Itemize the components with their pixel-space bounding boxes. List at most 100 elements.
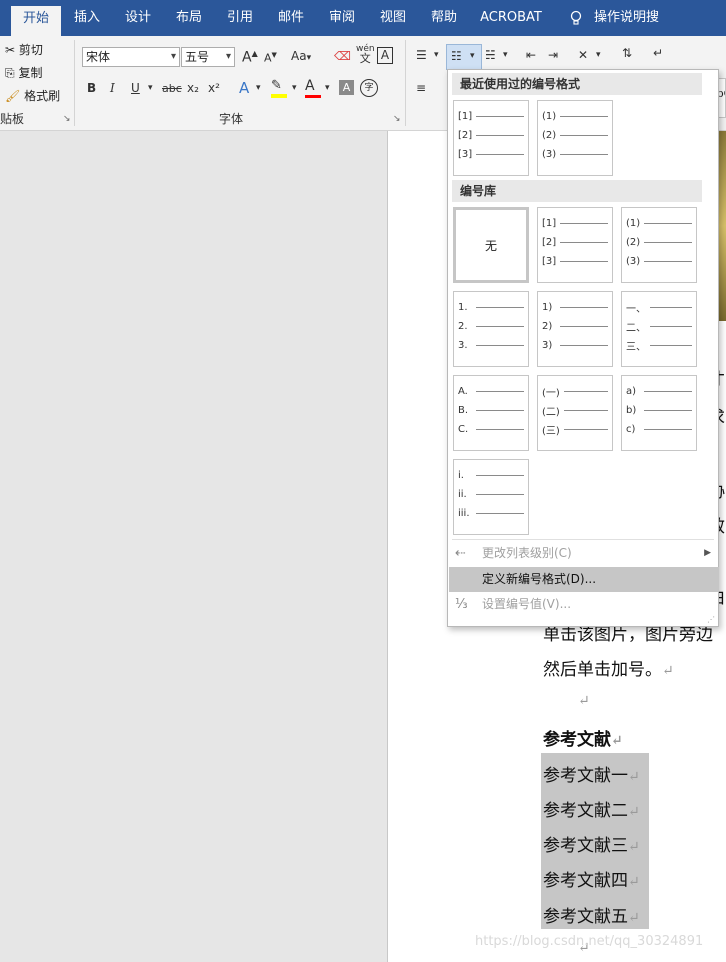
number-marker: 1) [542, 302, 553, 313]
phonetic-guide-button[interactable]: wén 文 [356, 45, 375, 65]
tab-mailings[interactable]: 邮件 [270, 0, 312, 36]
enclose-characters-button[interactable]: 字 [360, 79, 378, 97]
reference-item[interactable]: 参考文献五↵ [543, 902, 640, 927]
grow-font-button[interactable]: A▲ [242, 49, 258, 66]
format-painter-button[interactable]: 🖌 格式刷 [5, 87, 60, 104]
library-number-format[interactable]: (一) (二) (三) [537, 375, 613, 451]
subscript-button[interactable]: x₂ [187, 81, 199, 95]
increase-indent-icon[interactable]: ⇥ [548, 48, 558, 62]
library-number-format[interactable]: (1) (2) (3) [621, 207, 697, 283]
font-color-button[interactable]: A [305, 78, 321, 98]
resize-grip-icon[interactable]: ⋰ [707, 615, 715, 624]
underline-button[interactable]: U [131, 81, 140, 95]
numbering-library-header: 编号库 [452, 180, 702, 202]
number-line: 三、 [626, 336, 692, 355]
font-family-combo[interactable]: 宋体 ▾ [82, 47, 180, 67]
chevron-down-icon[interactable]: ▾ [434, 50, 439, 60]
recent-number-format[interactable]: [1] [2] [3] [453, 100, 529, 176]
library-number-format[interactable]: 1. 2. 3. [453, 291, 529, 367]
chevron-down-icon[interactable]: ▾ [148, 83, 153, 93]
line-placeholder [476, 326, 524, 327]
chevron-down-icon[interactable]: ▾ [292, 83, 297, 93]
number-line: (3) [626, 252, 692, 271]
library-number-format[interactable]: a) b) c) [621, 375, 697, 451]
tell-me-search[interactable]: 操作说明搜索 [594, 0, 670, 61]
ribbon-tab-bar: 开始 插入 设计 布局 引用 邮件 审阅 视图 帮助 ACROBAT 操作说明搜… [0, 0, 726, 61]
library-number-format[interactable]: i. ii. iii. [453, 459, 529, 535]
tab-design[interactable]: 设计 [117, 0, 159, 36]
shrink-font-button[interactable]: A▼ [264, 51, 277, 65]
sort-icon[interactable]: ⇅ [622, 46, 632, 60]
clipboard-launcher-icon[interactable]: ↘ [63, 114, 71, 124]
reference-item[interactable]: 参考文献四↵ [543, 866, 640, 891]
chevron-down-icon[interactable]: ▾ [596, 50, 601, 60]
number-line: (三) [542, 420, 608, 439]
set-numbering-value-item[interactable]: ⅓ 设置编号值(V)... [449, 592, 719, 617]
cut-button[interactable]: ✂ 剪切 [5, 41, 43, 58]
tab-references[interactable]: 引用 [219, 0, 261, 36]
highlight-color-button[interactable]: ✎ [271, 78, 287, 98]
tab-home[interactable]: 开始 [11, 6, 61, 36]
inserted-picture[interactable] [718, 131, 726, 321]
chevron-down-icon: ▾ [470, 51, 475, 61]
line-placeholder [476, 494, 524, 495]
line-placeholder [476, 410, 524, 411]
reference-item[interactable]: 参考文献二↵ [543, 796, 640, 821]
lightbulb-icon [566, 0, 586, 36]
reference-item[interactable]: 参考文献一↵ [543, 761, 640, 786]
align-left-icon[interactable]: ≡ [416, 81, 426, 95]
library-number-format[interactable]: [1] [2] [3] [537, 207, 613, 283]
tab-layout[interactable]: 布局 [168, 0, 210, 36]
line-placeholder [476, 391, 524, 392]
number-marker: (二) [542, 407, 560, 418]
chevron-right-icon: ▶ [704, 548, 711, 558]
library-number-format[interactable]: 1) 2) 3) [537, 291, 613, 367]
line-placeholder [560, 242, 608, 243]
reference-item[interactable]: 参考文献三↵ [543, 831, 640, 856]
line-placeholder [476, 475, 524, 476]
font-launcher-icon[interactable]: ↘ [393, 114, 401, 124]
number-line: 2. [458, 317, 524, 336]
tab-acrobat[interactable]: ACROBAT [476, 0, 546, 36]
clear-formatting-eraser-icon[interactable]: ⌫ [334, 49, 351, 63]
library-number-format[interactable]: 一、 二、 三、 [621, 291, 697, 367]
number-line: 二、 [626, 317, 692, 336]
bullets-icon[interactable]: ☰ [416, 48, 427, 62]
character-shading-button[interactable]: A [339, 80, 354, 95]
tab-review[interactable]: 审阅 [321, 0, 363, 36]
number-line: (1) [626, 214, 692, 233]
number-line: A. [458, 382, 524, 401]
superscript-button[interactable]: x² [208, 81, 220, 95]
text-effects-button[interactable]: A [239, 79, 249, 97]
number-line: (3) [542, 145, 608, 164]
tab-view[interactable]: 视图 [372, 0, 414, 36]
chevron-down-icon[interactable]: ▾ [503, 50, 508, 60]
copy-button[interactable]: ⎘ 复制 [5, 64, 42, 81]
bold-button[interactable]: B [87, 81, 96, 95]
numbering-button[interactable]: ☷ ▾ [446, 44, 482, 70]
decrease-indent-icon[interactable]: ⇤ [526, 48, 536, 62]
character-border-button[interactable]: A [377, 47, 393, 64]
define-new-number-format-item[interactable]: 定义新编号格式(D)... [449, 567, 719, 592]
numbering-none-option[interactable]: 无 [453, 207, 529, 283]
text-direction-icon[interactable]: ✕ [578, 48, 588, 62]
change-list-level-item[interactable]: ⇠ 更改列表级别(C) ▶ [449, 541, 719, 566]
strikethrough-button[interactable]: abc [162, 82, 182, 95]
chevron-down-icon[interactable]: ▾ [325, 83, 330, 93]
font-size-combo[interactable]: 五号 ▾ [181, 47, 235, 67]
line-placeholder [560, 223, 608, 224]
menu-divider [452, 539, 714, 540]
library-number-format[interactable]: A. B. C. [453, 375, 529, 451]
number-line: [2] [542, 233, 608, 252]
show-formatting-icon[interactable]: ↵ [653, 46, 663, 60]
tab-help[interactable]: 帮助 [423, 0, 465, 36]
multilevel-list-icon[interactable]: ☵ [485, 48, 496, 62]
change-case-icon: Aa [291, 49, 307, 63]
italic-button[interactable]: I [110, 81, 115, 95]
recent-number-format[interactable]: (1) (2) (3) [537, 100, 613, 176]
line-placeholder [644, 429, 692, 430]
change-case-button[interactable]: Aa▾ [291, 49, 311, 63]
chevron-down-icon[interactable]: ▾ [256, 83, 261, 93]
scissors-icon: ✂ [5, 43, 16, 57]
tab-insert[interactable]: 插入 [66, 0, 108, 36]
